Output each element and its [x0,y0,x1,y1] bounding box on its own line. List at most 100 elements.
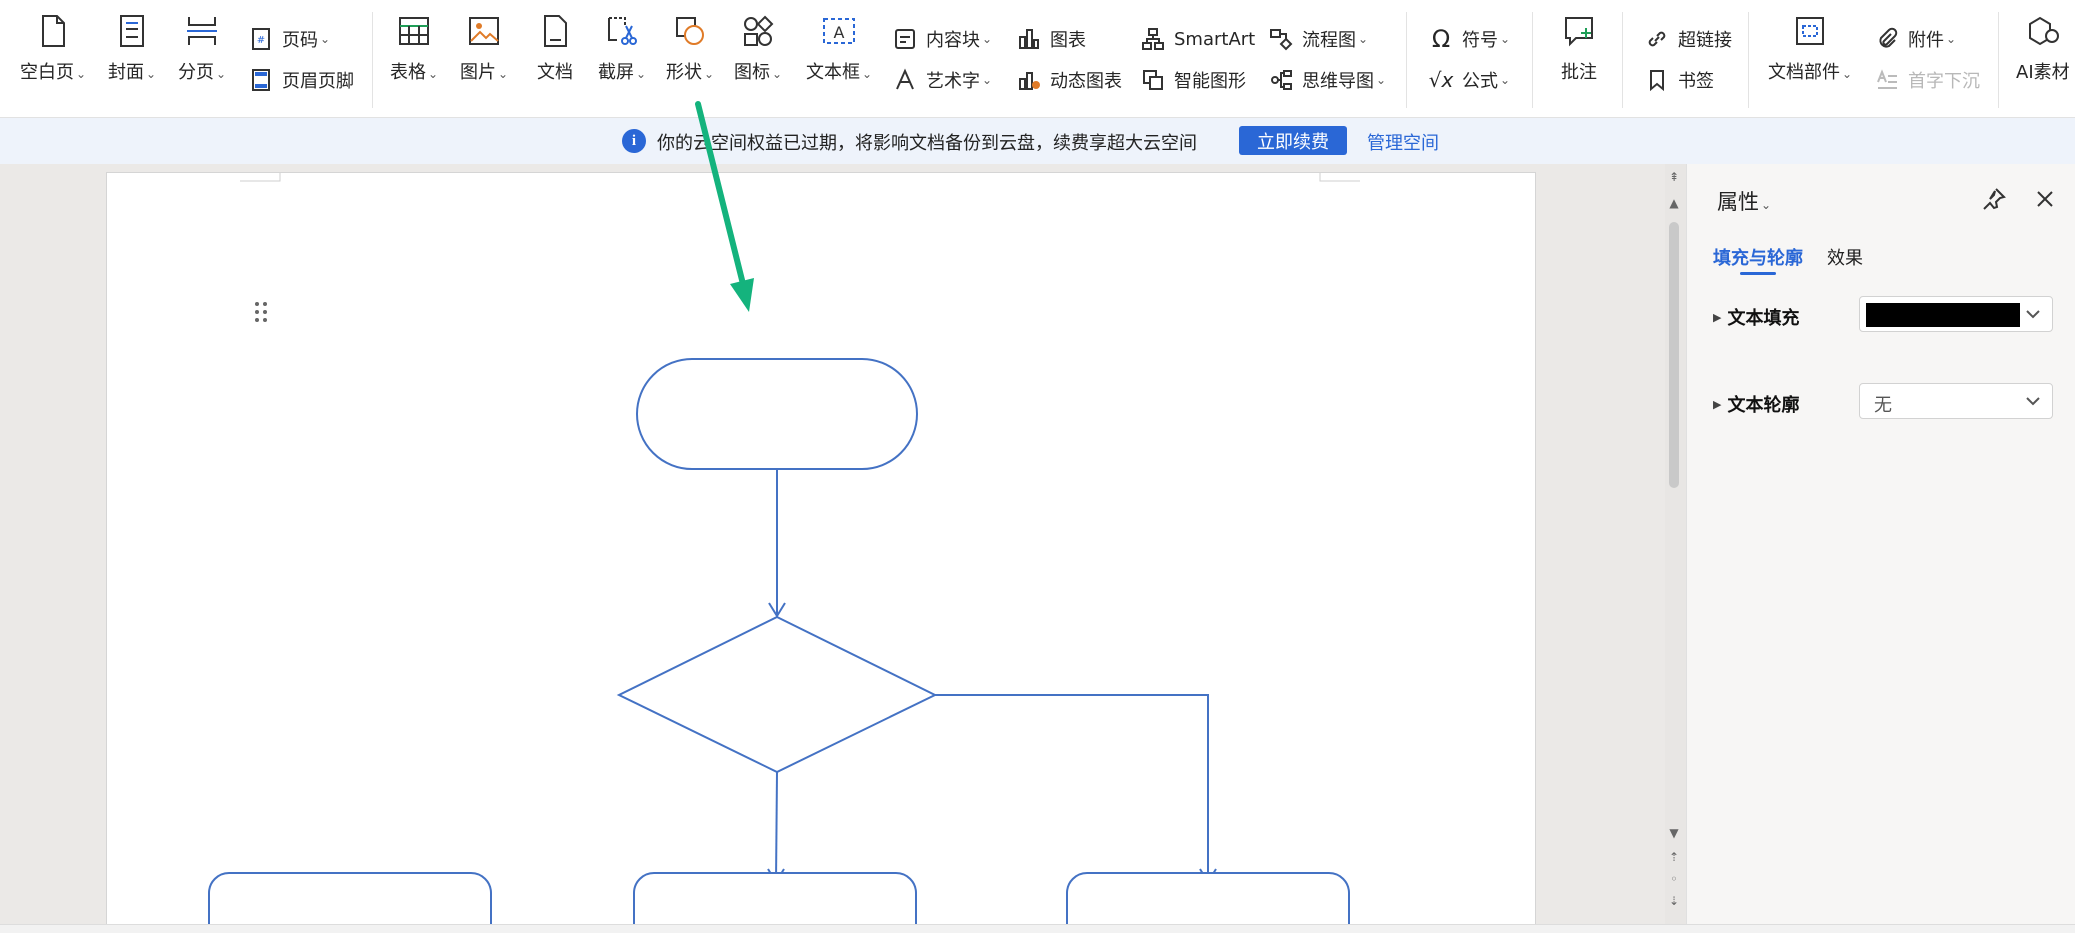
blank-page-icon [34,12,72,50]
page-break-icon [183,12,221,50]
previous-page-icon[interactable]: ⇡ [1665,850,1683,864]
close-icon[interactable] [2032,186,2058,212]
annotation-arrow [695,101,754,312]
expand-triangle-icon[interactable]: ▶ [1713,398,1721,411]
dynamic-chart-button[interactable]: 动态图表 [1016,65,1122,95]
flow-connector[interactable] [775,771,778,883]
chart-button[interactable]: 图表 [1016,24,1086,54]
ai-material-button[interactable]: AI素材 [2016,0,2070,84]
attachment-button[interactable]: 附件 ⌄ [1874,24,1956,54]
document-button[interactable]: 文档 [536,0,574,84]
drag-handle-icon[interactable] [253,300,269,324]
chevron-down-icon[interactable]: ⌄ [982,32,992,46]
expand-triangle-icon[interactable]: ▶ [1713,311,1721,324]
doc-parts-button[interactable]: 文档部件 ⌄ [1768,0,1852,84]
status-bar [0,924,2075,933]
content-block-button[interactable]: 内容块 ⌄ [892,24,992,54]
chevron-down-icon[interactable]: ⌄ [636,67,646,81]
chevron-down-icon[interactable]: ⌄ [862,67,872,81]
document-page[interactable] [106,172,1536,933]
header-footer-button[interactable]: 页眉页脚 [248,65,354,95]
scroll-top-icon[interactable]: ⇞ [1665,170,1683,184]
renew-button[interactable]: 立即续费 [1239,126,1347,155]
scroll-up-icon[interactable]: ▲ [1665,196,1683,210]
cover-button[interactable]: 封面 ⌄ [108,0,156,84]
drop-cap-icon [1874,67,1900,93]
annotation-arrow-shaft [695,101,749,299]
page-number-icon: # [248,26,274,52]
chevron-down-icon[interactable]: ⌄ [1761,198,1771,212]
ribbon-divider [1622,12,1623,108]
chevron-down-icon[interactable]: ⌄ [704,67,714,81]
bookmark-button[interactable]: 书签 [1644,65,1714,95]
blank-page-button[interactable]: 空白页 ⌄ [20,0,86,84]
svg-text:#: # [257,35,265,46]
smart-graphic-button[interactable]: 智能图形 [1140,65,1246,95]
properties-panel: 属性 ⌄ 填充与轮廓 效果 ▶ 文本填充 ▶ 文本轮廓 无 [1686,164,2075,933]
chevron-down-icon[interactable]: ⌄ [76,67,86,81]
shapes-button[interactable]: 形状 ⌄ [666,0,714,84]
ribbon-divider [1998,12,1999,108]
symbol-button[interactable]: Ω 符号 ⌄ [1428,24,1510,54]
manage-space-link[interactable]: 管理空间 [1367,129,1439,155]
chevron-down-icon[interactable]: ⌄ [982,73,992,87]
formula-button[interactable]: √x 公式 ⌄ [1428,65,1510,95]
ribbon-divider [1532,12,1533,108]
panel-title[interactable]: 属性 ⌄ [1717,186,1771,216]
icons-icon [739,12,777,50]
chevron-down-icon[interactable]: ⌄ [1358,32,1368,46]
chevron-down-icon[interactable]: ⌄ [1376,73,1386,87]
select-browse-icon[interactable]: ◦ [1665,872,1683,886]
smartart-icon [1140,26,1166,52]
word-art-button[interactable]: 艺术字 ⌄ [892,65,992,95]
icons-button[interactable]: 图标 ⌄ [734,0,782,84]
page-break-button[interactable]: 分页 ⌄ [178,0,226,84]
comment-icon [1560,12,1598,50]
chevron-down-icon[interactable]: ⌄ [498,67,508,81]
screenshot-button[interactable]: 截屏 ⌄ [598,0,646,84]
chevron-down-icon[interactable]: ⌄ [1500,32,1510,46]
table-button[interactable]: 表格 ⌄ [390,0,438,84]
flow-start-terminator[interactable] [636,358,918,470]
tab-effect[interactable]: 效果 [1827,244,1863,270]
textbox-button[interactable]: A 文本框 ⌄ [806,0,872,84]
scrollbar-thumb[interactable] [1669,222,1679,488]
chevron-down-icon[interactable]: ⌄ [216,67,226,81]
drop-cap-button[interactable]: 首字下沉 [1874,65,1980,95]
chevron-down-icon[interactable]: ⌄ [428,67,438,81]
picture-icon [465,12,503,50]
smartart-button[interactable]: SmartArt [1140,24,1255,54]
text-fill-select[interactable] [1859,296,2053,332]
link-icon [1644,26,1670,52]
chevron-down-icon[interactable]: ⌄ [320,32,330,46]
comment-button[interactable]: 批注 [1560,0,1598,84]
chevron-down-icon[interactable] [2022,390,2044,412]
ribbon-divider [1748,12,1749,108]
flowchart-button[interactable]: 流程图 ⌄ [1268,24,1368,54]
scroll-down-icon[interactable]: ▼ [1665,826,1683,840]
text-outline-select[interactable]: 无 [1859,383,2053,419]
text-outline-section[interactable]: ▶ 文本轮廓 [1713,391,1799,417]
chevron-down-icon[interactable]: ⌄ [1842,67,1852,81]
page-number-button[interactable]: # 页码 ⌄ [248,24,330,54]
chevron-down-icon[interactable]: ⌄ [772,67,782,81]
picture-button[interactable]: 图片 ⌄ [460,0,508,84]
tab-fill-outline[interactable]: 填充与轮廓 [1713,244,1803,270]
chevron-down-icon[interactable]: ⌄ [1500,73,1510,87]
document-workspace [0,164,1665,933]
word-art-icon [892,67,918,93]
fill-color-swatch [1866,303,2020,327]
flow-connector[interactable] [935,694,1209,882]
text-fill-section[interactable]: ▶ 文本填充 [1713,304,1799,330]
bar-chart-icon [1016,26,1042,52]
hyperlink-button[interactable]: 超链接 [1644,24,1732,54]
flow-decision-diamond[interactable] [616,615,938,774]
bookmark-icon [1644,67,1670,93]
chevron-down-icon[interactable]: ⌄ [146,67,156,81]
next-page-icon[interactable]: ⇣ [1665,894,1683,908]
scissors-icon [603,12,641,50]
mindmap-button[interactable]: 思维导图 ⌄ [1268,65,1386,95]
chevron-down-icon[interactable] [2022,303,2044,325]
pin-icon[interactable] [1981,186,2007,212]
chevron-down-icon[interactable]: ⌄ [1946,32,1956,46]
